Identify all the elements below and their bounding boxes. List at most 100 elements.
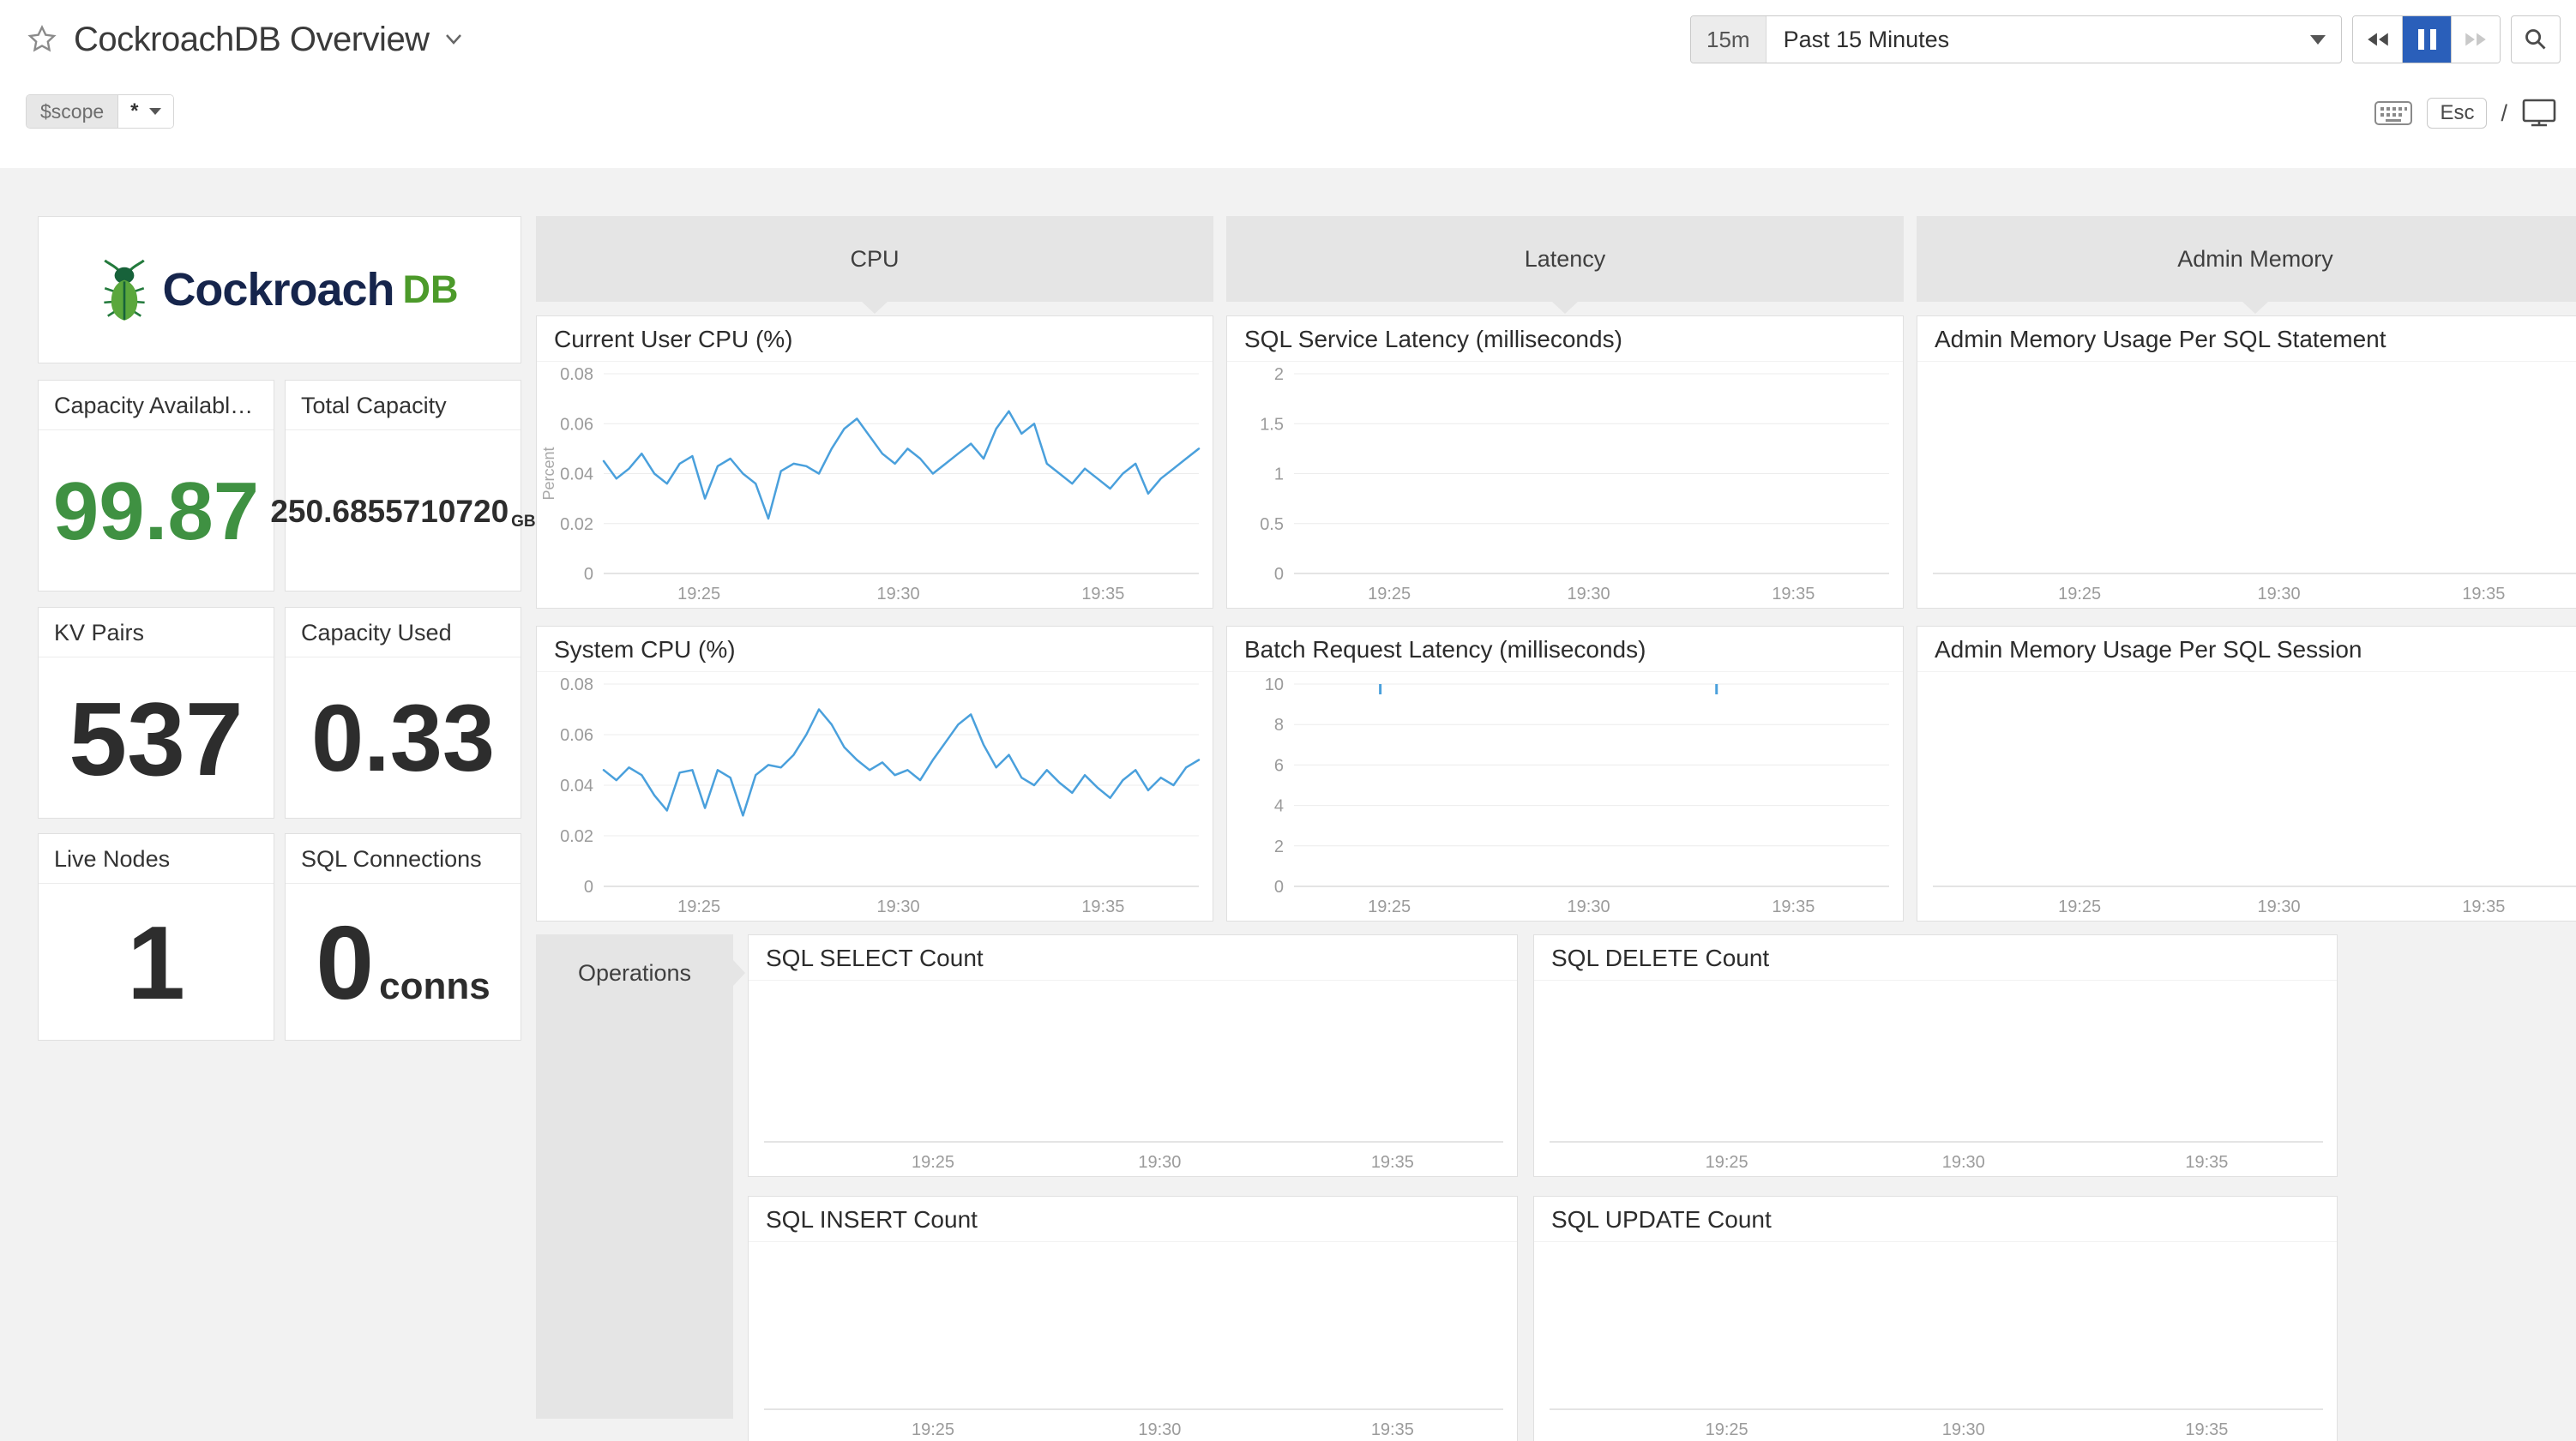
fast-forward-button[interactable] bbox=[2451, 16, 2500, 63]
chart-title: System CPU (%) bbox=[537, 627, 1213, 672]
svg-text:0: 0 bbox=[1274, 878, 1284, 897]
template-variable-row: $scope * Esc / bbox=[0, 79, 2576, 168]
stat-kv-pairs[interactable]: KV Pairs 537 bbox=[38, 607, 274, 819]
time-range-label: Past 15 Minutes bbox=[1766, 27, 2310, 53]
chart-plot-area[interactable]: 0.080.060.040.02019:2519:3019:35 bbox=[537, 672, 1213, 921]
svg-text:0.04: 0.04 bbox=[560, 465, 593, 484]
chart-title: SQL DELETE Count bbox=[1534, 935, 2337, 981]
group-header-operations[interactable]: Operations bbox=[536, 934, 733, 1419]
stat-sql-connections[interactable]: SQL Connections 0 conns bbox=[285, 833, 521, 1041]
chart-system-cpu[interactable]: System CPU (%) 0.080.060.040.02019:2519:… bbox=[536, 626, 1213, 922]
svg-text:2: 2 bbox=[1274, 365, 1284, 384]
stat-value: 537 bbox=[69, 679, 244, 799]
stat-value: 0.33 bbox=[311, 684, 495, 793]
svg-text:19:25: 19:25 bbox=[677, 898, 720, 916]
chart-batch-request-latency[interactable]: Batch Request Latency (milliseconds) 10 8… bbox=[1226, 626, 1904, 922]
keyboard-icon[interactable] bbox=[2374, 99, 2413, 127]
svg-text:19:25: 19:25 bbox=[912, 1153, 954, 1172]
chart-admin-memory-statement[interactable]: Admin Memory Usage Per SQL Statement 19:… bbox=[1917, 315, 2576, 609]
chart-current-user-cpu[interactable]: Current User CPU (%) 0.080.060.040.02019… bbox=[536, 315, 1213, 609]
pause-button[interactable] bbox=[2402, 16, 2451, 63]
svg-text:19:30: 19:30 bbox=[1568, 585, 1610, 603]
svg-text:19:35: 19:35 bbox=[1772, 585, 1815, 603]
chart-sql-service-latency[interactable]: SQL Service Latency (milliseconds) 21.51… bbox=[1226, 315, 1904, 609]
svg-text:10: 10 bbox=[1265, 675, 1284, 694]
fast-forward-icon bbox=[2463, 31, 2489, 48]
rewind-icon bbox=[2365, 31, 2391, 48]
svg-text:19:35: 19:35 bbox=[1772, 898, 1815, 916]
chart-sql-update-count[interactable]: SQL UPDATE Count 19:2519:3019:35 bbox=[1533, 1196, 2338, 1441]
chart-sql-select-count[interactable]: SQL SELECT Count 19:2519:3019:35 bbox=[748, 934, 1518, 1177]
stat-value: 99.87 bbox=[53, 465, 259, 559]
svg-text:19:25: 19:25 bbox=[1368, 898, 1411, 916]
time-range-caret-icon bbox=[2310, 35, 2326, 45]
svg-text:0.02: 0.02 bbox=[560, 827, 593, 846]
chart-plot-area[interactable]: 19:2519:3019:35 bbox=[749, 1242, 1517, 1441]
stat-total-capacity[interactable]: Total Capacity 250.6855710720GB bbox=[285, 380, 521, 591]
chart-plot-area[interactable]: 10 8 6 4 2 0 19:25 19:30 19:35 bbox=[1227, 672, 1903, 921]
esc-key-hint: Esc bbox=[2427, 98, 2487, 129]
time-range-select[interactable]: 15m Past 15 Minutes bbox=[1690, 15, 2342, 63]
svg-text:19:30: 19:30 bbox=[1942, 1420, 1985, 1439]
tv-mode-icon[interactable] bbox=[2521, 98, 2557, 129]
group-header-label: CPU bbox=[850, 246, 899, 273]
rewind-button[interactable] bbox=[2353, 16, 2402, 63]
cockroachdb-logo-card[interactable]: Cockroach DB bbox=[38, 216, 521, 363]
svg-text:0: 0 bbox=[1274, 565, 1284, 584]
group-header-cpu[interactable]: CPU bbox=[536, 216, 1213, 302]
scope-variable-value[interactable]: * bbox=[117, 95, 172, 128]
logo-brand-text: Cockroach bbox=[162, 263, 394, 316]
svg-text:4: 4 bbox=[1274, 797, 1284, 816]
group-header-label: Latency bbox=[1525, 246, 1606, 273]
title-row: CockroachDB Overview 15m Past 15 Minutes bbox=[0, 0, 2576, 79]
stat-title: Capacity Available... bbox=[39, 381, 274, 430]
stat-capacity-available[interactable]: Capacity Available... 99.87 bbox=[38, 380, 274, 591]
stat-capacity-used[interactable]: Capacity Used 0.33 bbox=[285, 607, 521, 819]
chart-plot-area[interactable]: 19:25 19:30 19:35 bbox=[1534, 1242, 2337, 1441]
logo-brand2-text: DB bbox=[403, 267, 459, 312]
svg-text:0.08: 0.08 bbox=[560, 675, 593, 694]
dashboard-title[interactable]: CockroachDB Overview bbox=[74, 21, 430, 59]
chart-title: Batch Request Latency (milliseconds) bbox=[1227, 627, 1903, 672]
svg-text:19:25: 19:25 bbox=[2058, 898, 2101, 916]
svg-text:0: 0 bbox=[584, 878, 593, 897]
chart-sql-insert-count[interactable]: SQL INSERT Count 19:2519:3019:35 bbox=[748, 1196, 1518, 1441]
chart-plot-area[interactable]: 19:2519:3019:35 bbox=[1917, 672, 2576, 921]
stat-live-nodes[interactable]: Live Nodes 1 bbox=[38, 833, 274, 1041]
favorite-star-icon[interactable] bbox=[26, 23, 58, 56]
chart-sql-delete-count[interactable]: SQL DELETE Count 19:2519:3019:35 bbox=[1533, 934, 2338, 1177]
svg-text:19:35: 19:35 bbox=[1371, 1153, 1414, 1172]
chart-admin-memory-session[interactable]: Admin Memory Usage Per SQL Session 19:25… bbox=[1917, 626, 2576, 922]
svg-text:6: 6 bbox=[1274, 756, 1284, 775]
svg-text:0.06: 0.06 bbox=[560, 726, 593, 745]
chart-title: Admin Memory Usage Per SQL Session bbox=[1917, 627, 2576, 672]
scope-caret-icon bbox=[149, 108, 161, 115]
chart-plot-area[interactable]: 21.510.5019:2519:3019:35 bbox=[1227, 362, 1903, 608]
svg-text:1: 1 bbox=[1274, 465, 1284, 484]
group-header-admin-memory[interactable]: Admin Memory bbox=[1917, 216, 2576, 302]
chart-title: SQL SELECT Count bbox=[749, 935, 1517, 981]
svg-text:2: 2 bbox=[1274, 838, 1284, 856]
stat-title: KV Pairs bbox=[39, 608, 274, 657]
chart-plot-area[interactable]: 19:2519:3019:35 bbox=[1917, 362, 2576, 608]
stat-unit: conns bbox=[379, 965, 491, 1008]
svg-text:19:30: 19:30 bbox=[1568, 898, 1610, 916]
chart-plot-area[interactable]: 19:2519:3019:35 bbox=[1534, 981, 2337, 1176]
svg-text:19:25: 19:25 bbox=[677, 585, 720, 603]
scope-variable-select[interactable]: $scope * bbox=[26, 94, 174, 129]
svg-text:8: 8 bbox=[1274, 716, 1284, 735]
svg-text:19:35: 19:35 bbox=[2185, 1420, 2228, 1439]
scope-variable-value-text: * bbox=[130, 99, 138, 123]
title-chevron-down-icon[interactable] bbox=[443, 33, 464, 46]
svg-text:19:25: 19:25 bbox=[912, 1420, 954, 1439]
chart-plot-area[interactable]: 19:2519:3019:35 bbox=[749, 981, 1517, 1176]
zoom-button[interactable] bbox=[2511, 15, 2561, 63]
stat-value: 1 bbox=[127, 903, 185, 1023]
group-header-latency[interactable]: Latency bbox=[1226, 216, 1904, 302]
chart-plot-area[interactable]: 0.080.060.040.02019:2519:3019:35Percent bbox=[537, 362, 1213, 608]
svg-text:19:25: 19:25 bbox=[1706, 1420, 1748, 1439]
scope-variable-name: $scope bbox=[27, 95, 117, 128]
chart-title: Current User CPU (%) bbox=[537, 316, 1213, 362]
svg-text:19:25: 19:25 bbox=[1706, 1153, 1748, 1172]
playback-buttons bbox=[2352, 15, 2501, 63]
